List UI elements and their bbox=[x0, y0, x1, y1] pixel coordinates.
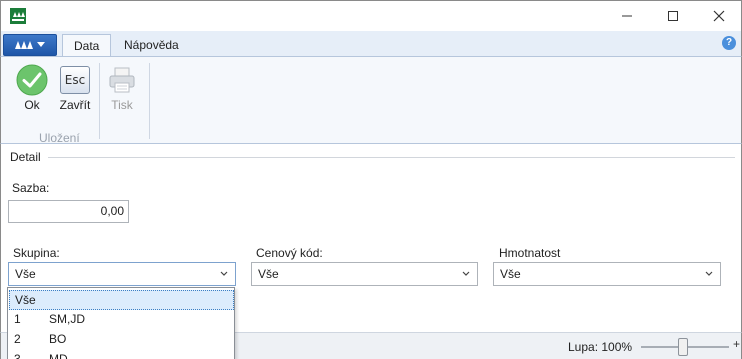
list-item[interactable]: 3 MD bbox=[9, 350, 234, 359]
list-item-code: 3 bbox=[14, 352, 21, 359]
cenovy-kod-combobox[interactable]: Vše bbox=[251, 262, 478, 286]
list-item[interactable]: 2 BO bbox=[9, 330, 234, 350]
zoom-in-button[interactable]: + bbox=[733, 337, 740, 351]
list-item-code: 1 bbox=[14, 312, 21, 326]
hmotnatost-label: Hmotnatost bbox=[499, 246, 561, 260]
close-icon[interactable] bbox=[696, 2, 742, 30]
print-button-label: Tisk bbox=[111, 98, 133, 112]
list-item-name: MD bbox=[49, 352, 68, 359]
tab-data[interactable]: Data bbox=[62, 34, 112, 57]
minimize-icon[interactable] bbox=[604, 2, 650, 30]
skupina-value: Vše bbox=[15, 267, 36, 281]
list-item-code: 2 bbox=[14, 332, 21, 346]
list-item-name: BO bbox=[49, 332, 67, 346]
ok-button[interactable]: Ok bbox=[14, 64, 50, 112]
ribbon-separator bbox=[99, 63, 100, 139]
cenovy-kod-label: Cenový kód: bbox=[256, 246, 323, 260]
list-item-name: SM,JD bbox=[49, 312, 85, 326]
sazba-label: Sazba: bbox=[12, 181, 50, 195]
hmotnatost-combobox[interactable]: Vše bbox=[493, 262, 721, 286]
cenovy-kod-value: Vše bbox=[258, 267, 279, 281]
ok-button-label: Ok bbox=[24, 98, 40, 112]
help-icon[interactable]: ? bbox=[722, 36, 736, 50]
app-menu-button[interactable] bbox=[3, 34, 57, 56]
print-button[interactable]: Tisk bbox=[104, 64, 140, 112]
close-form-button[interactable]: Esc Zavřít bbox=[57, 64, 93, 112]
chevron-down-icon bbox=[462, 271, 470, 276]
app-logo-icon bbox=[15, 41, 33, 49]
tab-napoveda[interactable]: Nápověda bbox=[113, 34, 190, 57]
close-form-button-label: Zavřít bbox=[59, 98, 91, 112]
zoom-slider-thumb[interactable] bbox=[678, 338, 688, 356]
esc-icon: Esc bbox=[60, 66, 90, 94]
group-divider bbox=[48, 157, 735, 158]
detail-group-title: Detail bbox=[10, 150, 45, 164]
ribbon-tab-row: Data Nápověda ? bbox=[0, 31, 742, 57]
ribbon-panel: Ok Esc Zavřít Tisk Uložení bbox=[0, 56, 742, 145]
hmotnatost-value: Vše bbox=[500, 267, 521, 281]
ribbon-separator bbox=[149, 63, 150, 139]
chevron-down-icon bbox=[37, 42, 45, 47]
printer-icon bbox=[109, 67, 135, 93]
zoom-label: Lupa: 100% bbox=[568, 340, 633, 354]
chevron-down-icon bbox=[220, 271, 228, 276]
list-item-name: Vše bbox=[15, 293, 36, 307]
ribbon-group-label: Uložení bbox=[39, 131, 80, 145]
app-logo-icon bbox=[10, 8, 26, 24]
chevron-down-icon bbox=[705, 271, 713, 276]
skupina-combobox[interactable]: Vše bbox=[8, 262, 236, 286]
sazba-input[interactable]: 0,00 bbox=[8, 200, 129, 223]
ok-check-icon bbox=[16, 64, 48, 96]
list-item[interactable]: Vše bbox=[9, 290, 234, 310]
maximize-icon[interactable] bbox=[650, 2, 696, 30]
list-item[interactable]: 1 SM,JD bbox=[9, 310, 234, 330]
title-bar bbox=[0, 0, 742, 31]
skupina-dropdown-list: Vše 1 SM,JD 2 BO 3 MD bbox=[7, 287, 235, 359]
skupina-label: Skupina: bbox=[13, 246, 60, 260]
